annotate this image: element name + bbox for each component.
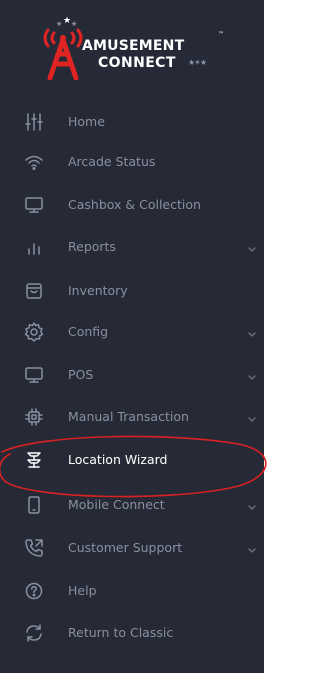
- sidebar-item-label: Config: [68, 324, 109, 339]
- monitor-icon: [22, 193, 46, 217]
- chevron-down-icon[interactable]: [246, 240, 258, 252]
- chevron-down-icon[interactable]: [246, 325, 258, 337]
- sidebar-item-reports[interactable]: Reports: [0, 227, 264, 267]
- trademark-mark: ™: [218, 31, 224, 38]
- mobile-icon: [22, 493, 46, 517]
- sliders-icon: [22, 110, 46, 134]
- sidebar-item-inventory[interactable]: Inventory: [0, 271, 264, 311]
- sidebar-item-label: Home: [68, 114, 105, 129]
- sidebar-item-manual-transaction[interactable]: Manual Transaction: [0, 397, 264, 437]
- chevron-down-icon[interactable]: [246, 410, 258, 422]
- bar-chart-icon: [22, 235, 46, 259]
- chevron-down-icon[interactable]: [246, 541, 258, 553]
- sidebar-item-label: Customer Support: [68, 540, 183, 555]
- brand-name-line1: AMUSEMENT: [82, 38, 185, 54]
- monitor-icon: [22, 363, 46, 387]
- refresh-icon: [22, 621, 46, 645]
- sidebar-item-home[interactable]: Home: [0, 102, 264, 142]
- sidebar-item-label: Inventory: [68, 283, 128, 298]
- sidebar-item-help[interactable]: Help: [0, 571, 264, 611]
- sidebar-item-arcade-status[interactable]: Arcade Status: [0, 142, 264, 182]
- help-icon: [22, 579, 46, 603]
- sidebar-item-cashbox-collection[interactable]: Cashbox & Collection: [0, 185, 264, 225]
- sidebar-item-config[interactable]: Config: [0, 312, 264, 352]
- sidebar-item-label: Manual Transaction: [68, 409, 189, 424]
- svg-text:★: ★: [63, 16, 71, 26]
- sidebar-item-label: Arcade Status: [68, 154, 156, 169]
- sidebar-item-label: POS: [68, 367, 94, 382]
- wifi-icon: [22, 150, 46, 174]
- sidebar-item-label: Mobile Connect: [68, 497, 165, 512]
- sidebar-item-label: Help: [68, 583, 97, 598]
- sidebar-item-customer-support[interactable]: Customer Support: [0, 528, 264, 568]
- location-wizard-icon: [22, 448, 46, 472]
- inbox-icon: [22, 279, 46, 303]
- brand-name-line2: CONNECT: [98, 55, 176, 71]
- sidebar-item-pos[interactable]: POS: [0, 355, 264, 395]
- sidebar-item-label: Return to Classic: [68, 625, 174, 640]
- chevron-down-icon[interactable]: [246, 498, 258, 510]
- brand-logo[interactable]: ★ ★ ★ AMUSEMENT ™ CONNECT ★✶★: [0, 0, 264, 96]
- sidebar-item-label: Reports: [68, 239, 116, 254]
- sidebar: ★ ★ ★ AMUSEMENT ™ CONNECT ★✶★ Home Arcad…: [0, 0, 264, 673]
- brand-stars: ★✶★: [188, 58, 207, 67]
- sidebar-item-label: Location Wizard: [68, 452, 168, 467]
- sidebar-item-return-to-classic[interactable]: Return to Classic: [0, 613, 264, 653]
- sidebar-item-location-wizard[interactable]: Location Wizard: [0, 440, 264, 480]
- svg-text:★: ★: [71, 20, 77, 28]
- chip-icon: [22, 405, 46, 429]
- phone-icon: [22, 536, 46, 560]
- svg-text:★: ★: [56, 20, 62, 28]
- sidebar-item-mobile-connect[interactable]: Mobile Connect: [0, 485, 264, 525]
- gear-icon: [22, 320, 46, 344]
- chevron-down-icon[interactable]: [246, 368, 258, 380]
- sidebar-item-label: Cashbox & Collection: [68, 197, 201, 212]
